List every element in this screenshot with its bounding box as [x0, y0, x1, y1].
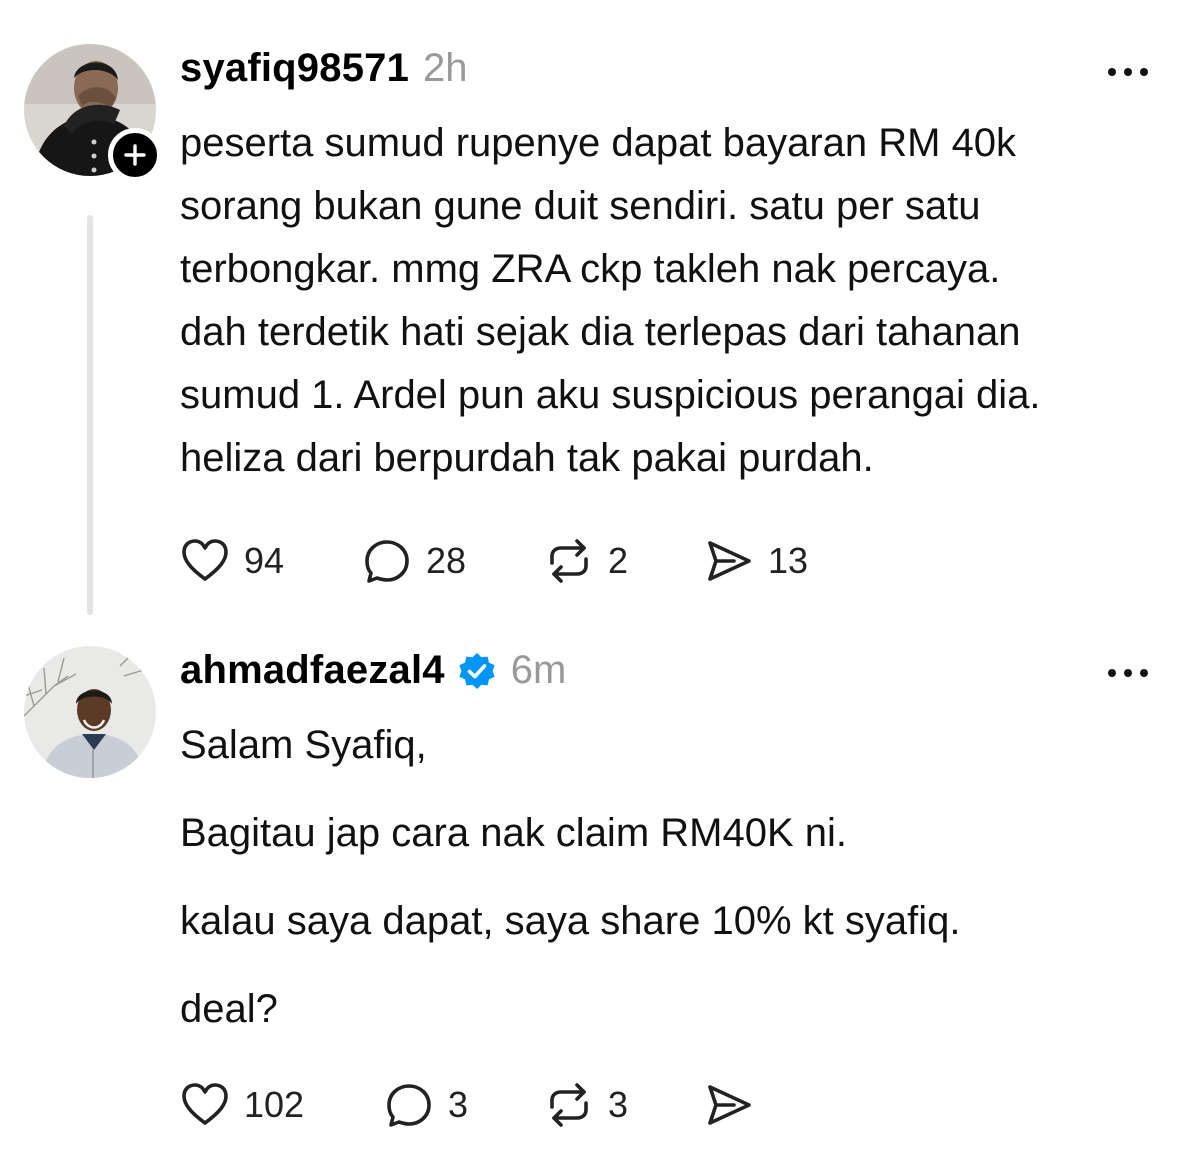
- repost-button[interactable]: 3: [544, 1080, 628, 1130]
- avatar-photo: [24, 646, 156, 778]
- follow-button[interactable]: [108, 128, 162, 182]
- more-options-button[interactable]: [1104, 663, 1152, 683]
- more-horizontal-icon: [1108, 669, 1116, 677]
- timestamp: 2h: [423, 46, 468, 90]
- reply-count: 28: [426, 540, 467, 581]
- post-text-line: dah terdetik hati sejak dia terlepas dar…: [180, 310, 1021, 354]
- repost-button[interactable]: 2: [544, 536, 628, 586]
- post-text-line: terbongkar. mmg ZRA ckp takleh nak perca…: [180, 247, 1001, 291]
- post-actions: 94 28 2 13: [180, 536, 980, 586]
- send-paper-plane-icon: [704, 1080, 754, 1130]
- like-button[interactable]: 102: [180, 1080, 304, 1130]
- post-header: ahmadfaezal4 6m: [180, 648, 566, 693]
- post-actions: 102 3 3: [180, 1080, 980, 1130]
- post-paragraph: Salam Syafiq,: [180, 723, 427, 767]
- more-horizontal-icon: [1108, 68, 1116, 76]
- post-paragraph: kalau saya dapat, saya share 10% kt syaf…: [180, 899, 961, 943]
- reply-count: 3: [448, 1084, 469, 1125]
- share-button[interactable]: [704, 1080, 754, 1130]
- share-count: 13: [768, 540, 809, 581]
- post-text-line: peserta sumud rupenye dapat bayaran RM 4…: [180, 121, 1017, 165]
- send-paper-plane-icon: [704, 536, 754, 586]
- repost-count: 2: [608, 540, 629, 581]
- post-text: Salam Syafiq, Bagitau jap cara nak claim…: [180, 714, 1180, 1066]
- like-count: 94: [244, 540, 285, 581]
- repost-arrows-icon: [544, 536, 594, 586]
- more-options-button[interactable]: [1104, 62, 1152, 82]
- thread-connector-line: [87, 215, 93, 615]
- username[interactable]: ahmadfaezal4: [180, 648, 445, 693]
- heart-icon: [180, 1080, 230, 1130]
- post-paragraph: deal?: [180, 987, 278, 1031]
- username[interactable]: syafiq98571: [180, 46, 409, 91]
- heart-icon: [180, 536, 230, 586]
- avatar[interactable]: [24, 646, 156, 778]
- post-text-line: heliza dari berpurdah tak pakai purdah.: [180, 436, 874, 480]
- like-count: 102: [244, 1084, 305, 1125]
- post-text-line: sumud 1. Ardel pun aku suspicious perang…: [180, 373, 1041, 417]
- share-button[interactable]: 13: [704, 536, 808, 586]
- comment-bubble-icon: [362, 536, 412, 586]
- repost-arrows-icon: [544, 1080, 594, 1130]
- like-button[interactable]: 94: [180, 536, 284, 586]
- post-text-line: sorang bukan gune duit sendiri. satu per…: [180, 184, 981, 228]
- post-header: syafiq98571 2h: [180, 46, 468, 91]
- thread-post-ahmadfaezal4: ahmadfaezal4 6m Salam Syafiq, Bagitau ja…: [0, 630, 1195, 1175]
- comment-bubble-icon: [384, 1080, 434, 1130]
- reply-button[interactable]: 28: [362, 536, 466, 586]
- post-text: peserta sumud rupenye dapat bayaran RM 4…: [180, 112, 1180, 490]
- timestamp: 6m: [510, 648, 567, 692]
- reply-button[interactable]: 3: [384, 1080, 468, 1130]
- plus-icon: [124, 144, 146, 166]
- repost-count: 3: [608, 1084, 629, 1125]
- verified-badge-icon: [459, 652, 495, 689]
- post-paragraph: Bagitau jap cara nak claim RM40K ni.: [180, 811, 847, 855]
- thread-post-syafiq98571: syafiq98571 2h peserta sumud rupenye dap…: [0, 0, 1195, 630]
